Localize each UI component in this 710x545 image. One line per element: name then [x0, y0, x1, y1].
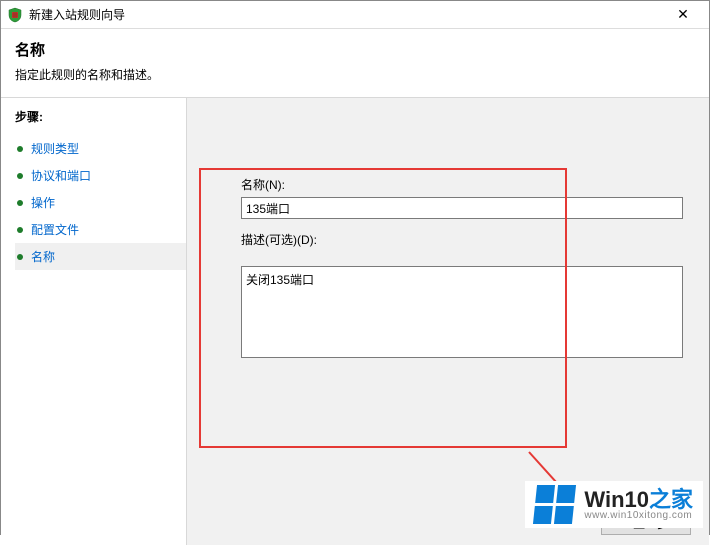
- bullet-icon: [17, 227, 23, 233]
- sidebar-item-action[interactable]: 操作: [15, 189, 186, 216]
- bullet-icon: [17, 146, 23, 152]
- watermark: Win10之家 www.win10xitong.com: [525, 481, 703, 528]
- bullet-icon: [17, 200, 23, 206]
- sidebar-item-profile[interactable]: 配置文件: [15, 216, 186, 243]
- annotation-arrow: [528, 451, 556, 482]
- steps-list: 规则类型 协议和端口 操作 配置文件 名称: [15, 135, 186, 270]
- page-title: 名称: [15, 39, 695, 60]
- watermark-main-a: Win10: [584, 487, 649, 512]
- wizard-header: 名称 指定此规则的名称和描述。: [1, 29, 709, 98]
- watermark-main-b: 之家: [649, 487, 693, 512]
- titlebar: 新建入站规则向导 ✕: [1, 1, 709, 29]
- sidebar-item-label: 操作: [31, 194, 55, 211]
- sidebar-item-label: 规则类型: [31, 140, 79, 157]
- sidebar-item-rule-type[interactable]: 规则类型: [15, 135, 186, 162]
- sidebar-item-label: 协议和端口: [31, 167, 91, 184]
- description-label: 描述(可选)(D):: [241, 231, 683, 248]
- steps-heading: 步骤:: [15, 108, 186, 125]
- watermark-text: Win10之家 www.win10xitong.com: [584, 489, 693, 521]
- name-label: 名称(N):: [241, 176, 683, 193]
- windows-logo-icon: [533, 485, 576, 524]
- form-area: 名称(N): 描述(可选)(D):: [241, 176, 683, 361]
- wizard-content: 名称(N): 描述(可选)(D): < 上一步: [187, 98, 709, 545]
- steps-sidebar: 步骤: 规则类型 协议和端口 操作 配置文件 名称: [1, 98, 187, 545]
- window-title: 新建入站规则向导: [29, 6, 663, 23]
- sidebar-item-name[interactable]: 名称: [15, 243, 186, 270]
- page-subtitle: 指定此规则的名称和描述。: [15, 66, 695, 83]
- name-input[interactable]: [241, 197, 683, 219]
- bullet-icon: [17, 173, 23, 179]
- sidebar-item-protocol-ports[interactable]: 协议和端口: [15, 162, 186, 189]
- close-icon: ✕: [677, 6, 689, 23]
- wizard-body: 步骤: 规则类型 协议和端口 操作 配置文件 名称: [1, 98, 709, 545]
- sidebar-item-label: 名称: [31, 248, 55, 265]
- watermark-url: www.win10xitong.com: [584, 511, 693, 521]
- close-button[interactable]: ✕: [663, 2, 703, 28]
- firewall-icon: [7, 7, 23, 23]
- bullet-icon: [17, 254, 23, 260]
- description-input[interactable]: [241, 266, 683, 358]
- sidebar-item-label: 配置文件: [31, 221, 79, 238]
